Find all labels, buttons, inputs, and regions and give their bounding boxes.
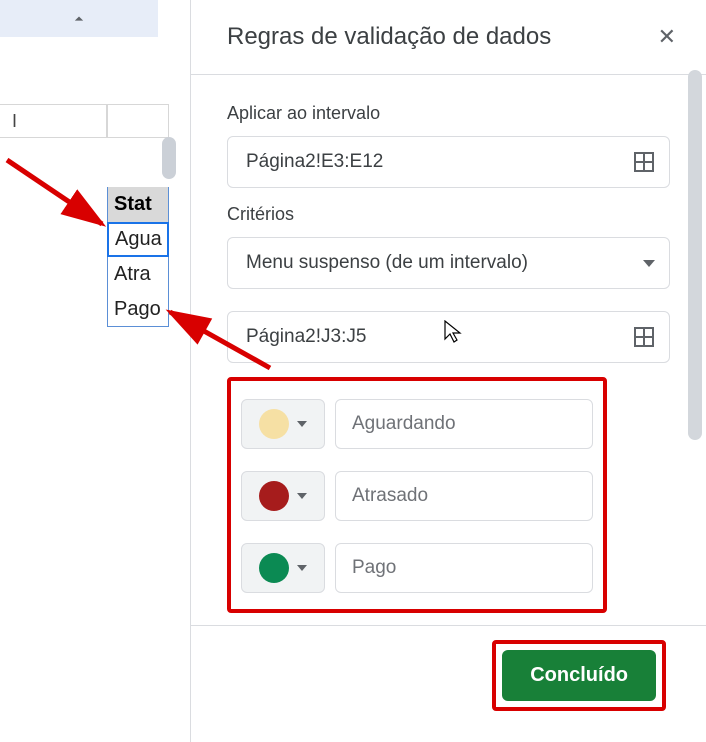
option-color-3[interactable] — [241, 543, 325, 593]
source-range-field[interactable]: Página2!J3:J5 — [227, 311, 670, 363]
criteria-value: Menu suspenso (de um intervalo) — [246, 252, 643, 274]
chevron-down-icon — [297, 421, 307, 427]
option-label-2[interactable]: Atrasado — [335, 471, 593, 521]
collapse-toggle[interactable] — [0, 0, 158, 37]
option-row-1: Aguardando — [241, 399, 593, 449]
close-icon: ✕ — [658, 24, 676, 49]
option-label-1[interactable]: Aguardando — [335, 399, 593, 449]
option-row-2: Atrasado — [241, 471, 593, 521]
chevron-up-icon — [69, 9, 89, 29]
criteria-label: Critérios — [227, 204, 670, 225]
option-label-3[interactable]: Pago — [335, 543, 593, 593]
panel-scrollbar[interactable] — [688, 70, 702, 440]
cell-row-3[interactable]: Pago — [107, 292, 169, 327]
cell-row-2[interactable]: Atra — [107, 257, 169, 292]
apply-range-label: Aplicar ao intervalo — [227, 103, 670, 124]
apply-range-value: Página2!E3:E12 — [246, 151, 623, 173]
source-range-value: Página2!J3:J5 — [246, 326, 623, 348]
option-row-3: Pago — [241, 543, 593, 593]
color-swatch-icon — [259, 553, 289, 583]
color-swatch-icon — [259, 481, 289, 511]
chevron-down-icon — [297, 493, 307, 499]
apply-range-field[interactable]: Página2!E3:E12 — [227, 136, 670, 188]
done-highlight-box: Concluído — [492, 640, 666, 711]
grid-icon — [632, 325, 656, 349]
data-validation-panel: Regras de validação de dados ✕ Aplicar a… — [190, 0, 706, 742]
spreadsheet-fragment: I Stat Agua Atra Pago — [0, 0, 180, 742]
done-button[interactable]: Concluído — [502, 650, 656, 701]
status-header-cell[interactable]: Stat — [107, 187, 169, 222]
option-color-1[interactable] — [241, 399, 325, 449]
select-source-range-button[interactable] — [623, 316, 665, 358]
column-header-J[interactable] — [107, 104, 169, 138]
color-swatch-icon — [259, 409, 289, 439]
panel-title: Regras de validação de dados — [227, 23, 551, 51]
option-color-2[interactable] — [241, 471, 325, 521]
dropdown-options-box: Aguardando Atrasado Pago — [227, 377, 607, 613]
column-header-I[interactable]: I — [0, 104, 107, 138]
chevron-down-icon — [643, 260, 655, 267]
mini-scrollbar[interactable] — [162, 137, 176, 179]
grid-icon — [632, 150, 656, 174]
select-range-button[interactable] — [623, 141, 665, 183]
close-button[interactable]: ✕ — [652, 18, 682, 56]
divider — [191, 625, 706, 626]
cell-row-1[interactable]: Agua — [107, 222, 169, 257]
criteria-dropdown[interactable]: Menu suspenso (de um intervalo) — [227, 237, 670, 289]
chevron-down-icon — [297, 565, 307, 571]
